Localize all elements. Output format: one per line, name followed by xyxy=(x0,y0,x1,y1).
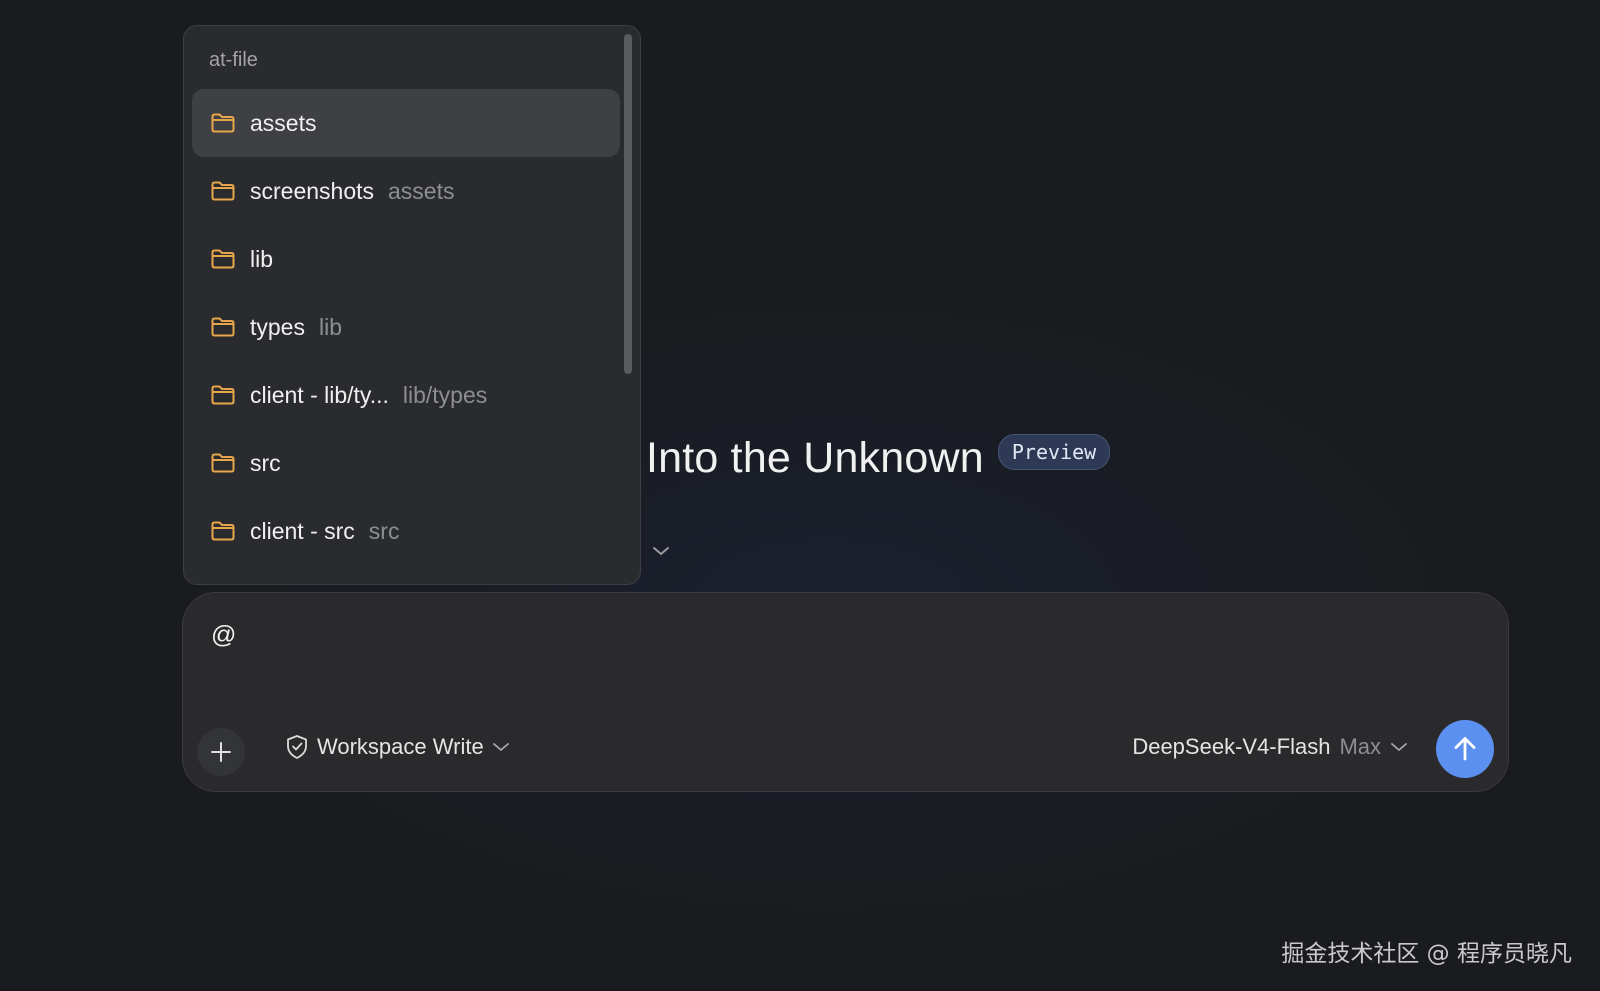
item-name: types xyxy=(250,313,305,340)
chevron-down-icon xyxy=(492,743,509,751)
page-title: Into the Unknown xyxy=(646,434,984,482)
folder-icon xyxy=(211,521,235,541)
preview-badge: Preview xyxy=(997,433,1111,470)
list-item[interactable]: src xyxy=(192,429,620,497)
add-attachment-button[interactable] xyxy=(197,728,245,776)
at-file-popover: at-file assets screenshots assets lib ty… xyxy=(183,25,641,585)
folder-icon xyxy=(211,317,235,337)
item-name: src xyxy=(250,449,281,476)
item-name: client - lib/ty... xyxy=(250,381,389,408)
popover-header: at-file xyxy=(209,49,258,71)
item-path: lib xyxy=(318,313,342,340)
permission-mode-selector[interactable]: Workspace Write xyxy=(285,734,510,760)
title-row: Into the Unknown Preview xyxy=(646,433,1111,483)
permission-mode-label: Workspace Write xyxy=(317,734,484,759)
item-name: lib xyxy=(250,245,274,272)
item-path: lib/types xyxy=(402,381,488,408)
list-item[interactable]: screenshots assets xyxy=(192,157,620,225)
item-path: assets xyxy=(388,177,455,204)
item-path: src xyxy=(368,517,400,544)
plus-icon xyxy=(211,742,231,762)
list-item[interactable]: types lib xyxy=(192,293,620,361)
message-composer[interactable]: @ Workspace Write DeepSeek-V4-Flash Max xyxy=(182,592,1509,792)
folder-icon xyxy=(211,113,235,133)
folder-icon xyxy=(211,385,235,405)
item-name: screenshots xyxy=(250,177,375,204)
model-effort: Max xyxy=(1339,734,1381,759)
chevron-down-icon[interactable] xyxy=(652,545,670,557)
folder-icon xyxy=(211,249,235,269)
list-item[interactable]: client - lib/ty... lib/types xyxy=(192,361,620,429)
app-page: Into the Unknown Preview at-file assets … xyxy=(0,0,1600,991)
folder-icon xyxy=(211,181,235,201)
item-name: assets xyxy=(250,109,317,136)
shield-check-icon xyxy=(287,735,307,759)
send-button[interactable] xyxy=(1436,720,1494,778)
folder-icon xyxy=(211,453,235,473)
model-name: DeepSeek-V4-Flash xyxy=(1132,734,1331,759)
arrow-up-icon xyxy=(1454,737,1476,761)
list-item[interactable]: assets xyxy=(192,89,620,157)
popover-scrollbar[interactable] xyxy=(624,34,632,374)
message-input[interactable]: @ xyxy=(211,621,236,650)
list-item[interactable]: lib xyxy=(192,225,620,293)
chevron-down-icon xyxy=(1391,743,1407,751)
list-item[interactable]: client - src src xyxy=(192,497,620,565)
file-suggestion-list: assets screenshots assets lib types lib … xyxy=(192,89,620,565)
watermark: 掘金技术社区 @ 程序员晓凡 xyxy=(1281,941,1572,967)
model-selector[interactable]: DeepSeek-V4-Flash Max xyxy=(1132,734,1408,760)
item-name: client - src xyxy=(250,517,355,544)
